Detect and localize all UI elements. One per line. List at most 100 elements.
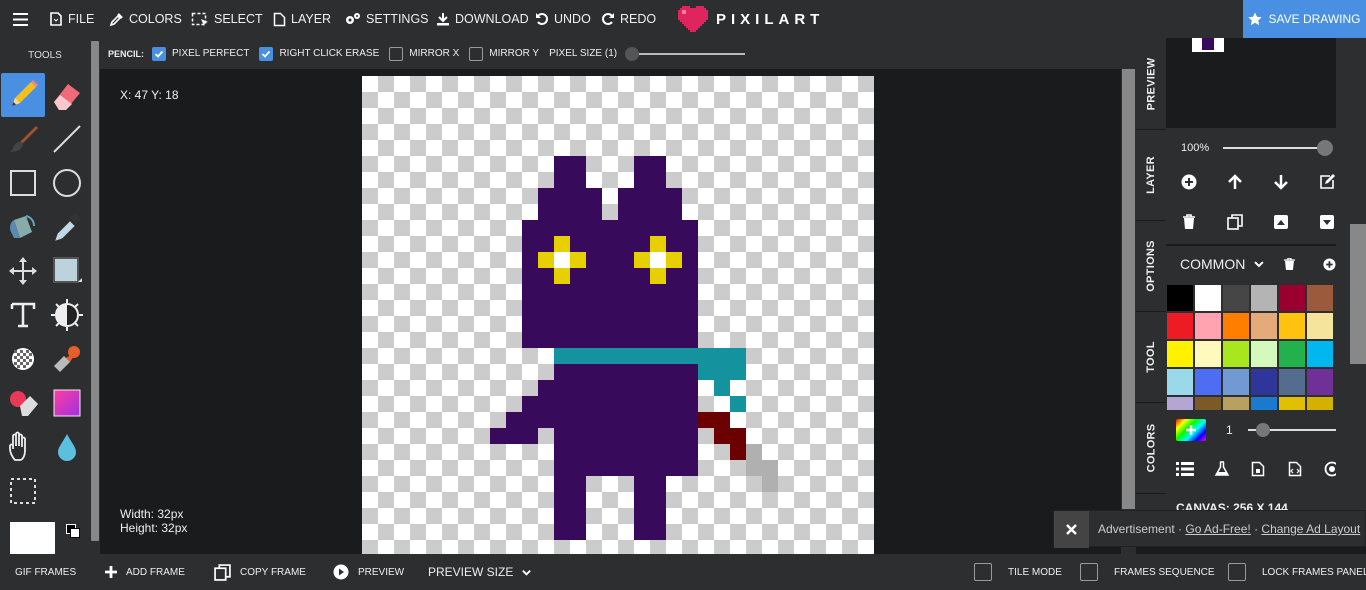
right-panel-scrollbar[interactable] — [1336, 38, 1366, 510]
pixilart-logo[interactable]: PIXILART — [678, 6, 824, 32]
export-palette-button[interactable] — [1285, 459, 1305, 479]
colors-menu[interactable]: COLORS — [109, 0, 182, 38]
palette-swatch[interactable] — [1195, 313, 1221, 339]
color-replace-tool[interactable] — [1, 381, 45, 425]
rainbow-add-color-button[interactable] — [1176, 419, 1206, 441]
palette-swatch[interactable] — [1279, 397, 1305, 410]
save-drawing-button[interactable]: SAVE DRAWING — [1243, 0, 1366, 38]
lock-frames-panel-toggle[interactable]: LOCK FRAMES PANEL — [1228, 554, 1366, 590]
go-ad-free-link[interactable]: Go Ad-Free! — [1185, 522, 1250, 536]
palette-swatch[interactable] — [1167, 313, 1193, 339]
select-menu[interactable]: SELECT — [191, 0, 263, 38]
add-layer-button[interactable] — [1179, 172, 1199, 192]
palette-swatch[interactable] — [1307, 369, 1333, 395]
palette-swatch[interactable] — [1167, 397, 1193, 410]
dither-tool[interactable] — [1, 337, 45, 381]
canvas-scrollbar[interactable] — [1121, 69, 1136, 554]
drawing-canvas[interactable] — [362, 76, 874, 554]
pixel-size-slider[interactable] — [625, 46, 746, 61]
move-layer-up-button[interactable] — [1225, 172, 1245, 192]
line-tool[interactable] — [45, 117, 89, 161]
palette-swatch[interactable] — [1223, 313, 1249, 339]
eraser-tool[interactable] — [45, 73, 89, 117]
primary-color-swatch[interactable] — [10, 522, 55, 554]
secondary-color-swatch[interactable] — [64, 522, 80, 554]
stamp-tool[interactable] — [45, 337, 89, 381]
eyedropper-tool[interactable] — [45, 205, 89, 249]
palette-swatch[interactable] — [1195, 285, 1221, 311]
palette-swatch[interactable] — [1307, 397, 1333, 410]
right-click-erase-checkbox[interactable] — [259, 46, 274, 61]
marquee-select-tool[interactable] — [1, 469, 45, 513]
pan-hand-tool[interactable] — [1, 425, 45, 469]
edit-layer-button[interactable] — [1317, 172, 1336, 192]
circle-tool[interactable] — [45, 161, 89, 205]
menu-button[interactable] — [13, 0, 33, 38]
fill-bucket-tool[interactable] — [1, 205, 45, 249]
palette-swatch[interactable] — [1167, 369, 1193, 395]
trash-icon[interactable] — [1284, 258, 1296, 270]
move-layer-down-button[interactable] — [1271, 172, 1291, 192]
right-click-erase-toggle[interactable]: RIGHT CLICK ERASE — [259, 46, 379, 61]
download-menu[interactable]: DOWNLOAD — [436, 0, 529, 38]
palette-swatch[interactable] — [1167, 341, 1193, 367]
selection-shape-tool[interactable] — [45, 249, 89, 293]
pixel-perfect-toggle[interactable]: PIXEL PERFECT — [152, 46, 249, 61]
redo-button[interactable]: REDO — [601, 0, 656, 38]
add-frame-button[interactable]: ADD FRAME — [104, 554, 185, 590]
palette-name[interactable]: COMMON — [1180, 256, 1245, 272]
mirror-y-checkbox[interactable] — [469, 46, 484, 61]
list-view-button[interactable] — [1175, 459, 1195, 479]
tab-preview[interactable]: PREVIEW — [1136, 38, 1166, 130]
close-ad-button[interactable] — [1054, 511, 1089, 548]
opacity-slider[interactable] — [1223, 140, 1334, 156]
delete-layer-button[interactable] — [1179, 212, 1199, 232]
palette-swatch[interactable] — [1223, 369, 1249, 395]
merge-layer-down-button[interactable] — [1317, 212, 1336, 232]
palette-swatch[interactable] — [1167, 285, 1193, 311]
lighten-darken-tool[interactable] — [45, 293, 89, 337]
palette-swatch[interactable] — [1279, 341, 1305, 367]
rectangle-tool[interactable] — [1, 161, 45, 205]
palette-swatch[interactable] — [1251, 285, 1277, 311]
preview-size-dropdown[interactable]: PREVIEW SIZE — [428, 554, 532, 590]
palette-swatch[interactable] — [1279, 313, 1305, 339]
color-target-button[interactable] — [1322, 459, 1336, 479]
frames-sequence-toggle[interactable]: FRAMES SEQUENCE — [1080, 554, 1215, 590]
palette-swatch[interactable] — [1251, 313, 1277, 339]
undo-button[interactable]: UNDO — [535, 0, 591, 38]
palette-swatch[interactable] — [1307, 341, 1333, 367]
import-palette-button[interactable] — [1248, 459, 1268, 479]
pencil-tool[interactable] — [1, 73, 45, 117]
mirror-y-toggle[interactable]: MIRROR Y — [469, 46, 539, 61]
frames-sequence-checkbox[interactable] — [1080, 563, 1098, 581]
mirror-x-checkbox[interactable] — [389, 46, 404, 61]
palette-swatch[interactable] — [1195, 397, 1221, 410]
settings-menu[interactable]: SETTINGS — [345, 0, 429, 38]
move-tool[interactable] — [1, 249, 45, 293]
change-ad-layout-link[interactable]: Change Ad Layout — [1261, 522, 1360, 536]
palette-swatch[interactable] — [1223, 341, 1249, 367]
tab-options[interactable]: OPTIONS — [1136, 221, 1166, 312]
palette-swatch[interactable] — [1251, 341, 1277, 367]
text-tool[interactable] — [1, 293, 45, 337]
palette-swatch[interactable] — [1195, 341, 1221, 367]
duplicate-layer-button[interactable] — [1225, 212, 1245, 232]
pixel-perfect-checkbox[interactable] — [152, 46, 166, 61]
palette-swatch[interactable] — [1223, 397, 1249, 410]
palette-swatch[interactable] — [1223, 285, 1249, 311]
brush-tool[interactable] — [1, 117, 45, 161]
tab-layer[interactable]: LAYER — [1136, 130, 1166, 221]
copy-frame-button[interactable]: COPY FRAME — [214, 554, 306, 590]
tile-mode-checkbox[interactable] — [974, 563, 992, 581]
brush-size-slider[interactable] — [1242, 422, 1336, 438]
file-menu[interactable]: FILE — [49, 0, 94, 38]
flask-button[interactable] — [1212, 459, 1232, 479]
merge-layer-up-button[interactable] — [1271, 212, 1291, 232]
palette-swatch[interactable] — [1251, 397, 1277, 410]
tab-tool[interactable]: TOOL — [1136, 312, 1166, 403]
tile-mode-toggle[interactable]: TILE MODE — [974, 554, 1062, 590]
palette-swatch[interactable] — [1307, 285, 1333, 311]
gradient-tool[interactable] — [45, 381, 89, 425]
mirror-x-toggle[interactable]: MIRROR X — [389, 46, 459, 61]
